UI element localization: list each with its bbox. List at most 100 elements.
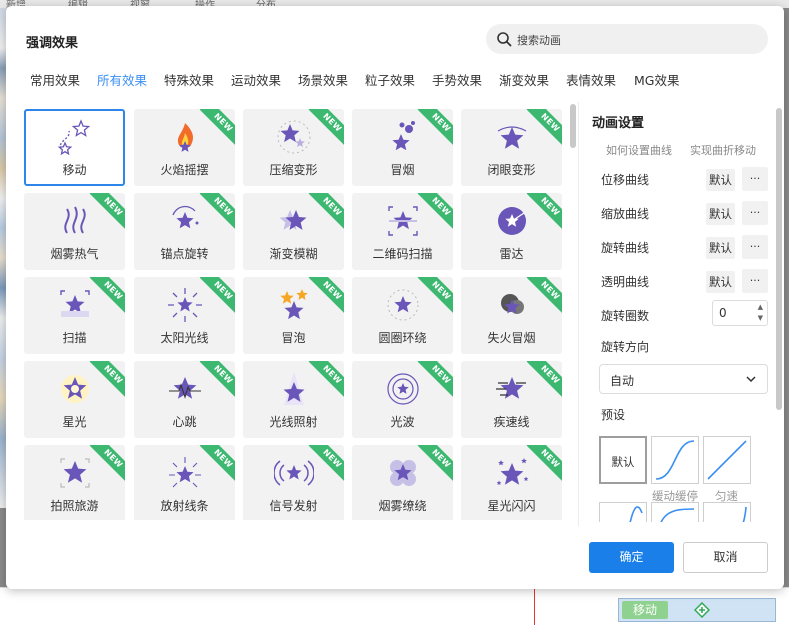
preset-default[interactable]: 默认	[599, 436, 647, 484]
effect-card[interactable]: 心跳 NEW	[134, 361, 235, 438]
bounce-curve-icon	[629, 506, 643, 522]
effect-card-label: 闭眼变形	[487, 163, 536, 177]
ease-out-curve-icon	[660, 508, 695, 522]
tab-common[interactable]: 常用效果	[30, 70, 80, 89]
confirm-button[interactable]: 确定	[589, 542, 674, 573]
effect-card[interactable]: 二维码扫描 NEW	[352, 193, 453, 270]
effect-card[interactable]: 拍照旅游 NEW	[24, 445, 125, 520]
effect-card-label: 冒烟	[390, 163, 415, 177]
opacity-curve-default-button[interactable]: 默认	[706, 271, 735, 293]
rotate-direction-select[interactable]: 自动	[599, 364, 768, 394]
rotate-count-stepper[interactable]: 0 ▲ ▼	[712, 300, 768, 326]
move-path-icon	[26, 119, 123, 159]
effect-card[interactable]: 烟雾缭绕 NEW	[352, 445, 453, 520]
effect-card-label: 星光闪闪	[487, 499, 536, 513]
position-curve-default-button[interactable]: 默认	[706, 169, 735, 191]
effect-card-label: 锚点旋转	[160, 247, 209, 261]
tab-all[interactable]: 所有效果	[97, 70, 147, 89]
effect-card[interactable]: 星光闪闪 NEW	[461, 445, 562, 520]
effect-card[interactable]: 烟雾热气 NEW	[24, 193, 125, 270]
rotation-curve-more-button[interactable]: ...	[742, 235, 768, 259]
effect-card[interactable]: 冒泡 NEW	[243, 277, 344, 354]
zigzag-move-link[interactable]: 实现曲折移动	[690, 142, 756, 158]
effect-card[interactable]: 锚点旋转 NEW	[134, 193, 235, 270]
panel-title: 动画设置	[592, 116, 645, 131]
position-curve-more-button[interactable]: ...	[742, 167, 768, 191]
effect-card[interactable]: 疾速线 NEW	[461, 361, 562, 438]
preset-ease-in[interactable]	[703, 502, 751, 522]
effect-card[interactable]: 移动	[24, 109, 125, 186]
rotate-direction-label: 旋转方向	[601, 340, 650, 354]
effect-card[interactable]: 火焰摇摆 NEW	[134, 109, 235, 186]
effect-card-label: 信号发射	[269, 499, 318, 513]
effect-card-label: 扫描	[62, 331, 87, 345]
dialog-title: 强调效果	[26, 36, 79, 51]
effect-card-label: 心跳	[172, 415, 197, 429]
cancel-button[interactable]: 取消	[683, 542, 768, 573]
effect-card-label: 拍照旅游	[50, 499, 99, 513]
effect-card[interactable]: 光线照射 NEW	[243, 361, 344, 438]
timeline-playhead	[534, 588, 535, 625]
effect-card[interactable]: 雷达 NEW	[461, 193, 562, 270]
search-input[interactable]: 搜索动画	[517, 32, 561, 48]
tab-special[interactable]: 特殊效果	[164, 70, 214, 89]
tab-motion[interactable]: 运动效果	[231, 70, 281, 89]
effect-card-label: 渐变模糊	[269, 247, 318, 261]
effect-card-label: 疾速线	[493, 415, 530, 429]
tab-gesture[interactable]: 手势效果	[432, 70, 482, 89]
effect-card-label: 二维码扫描	[372, 247, 433, 261]
effect-card[interactable]: 星光 NEW	[24, 361, 125, 438]
effect-card[interactable]: 信号发射 NEW	[243, 445, 344, 520]
stepper-up-icon[interactable]: ▲	[758, 303, 763, 311]
preset-label: 预设	[601, 408, 626, 422]
tab-scene[interactable]: 场景效果	[298, 70, 348, 89]
effect-card[interactable]: 太阳光线 NEW	[134, 277, 235, 354]
effect-card[interactable]: 扫描 NEW	[24, 277, 125, 354]
search-icon	[496, 31, 512, 47]
stepper-down-icon[interactable]: ▼	[758, 314, 763, 322]
preset-default-label: 默认	[611, 455, 635, 469]
rotation-curve-default-button[interactable]: 默认	[706, 237, 735, 259]
effect-card[interactable]: 放射线条 NEW	[134, 445, 235, 520]
panel-scrollbar[interactable]	[776, 108, 782, 410]
keyframe-add-icon[interactable]	[693, 601, 711, 619]
tab-gradient[interactable]: 渐变效果	[499, 70, 549, 89]
effect-card[interactable]: 压缩变形 NEW	[243, 109, 344, 186]
emphasis-effect-dialog: 强调效果 搜索动画 常用效果 所有效果 特殊效果 运动效果 场景效果 粒子效果 …	[6, 6, 784, 589]
panel-divider	[578, 102, 579, 526]
how-to-curve-link[interactable]: 如何设置曲线	[606, 142, 672, 158]
effect-card[interactable]: 圆圈环绕 NEW	[352, 277, 453, 354]
opacity-curve-more-button[interactable]: ...	[742, 269, 768, 293]
effect-card[interactable]: 冒烟 NEW	[352, 109, 453, 186]
effect-card[interactable]: 渐变模糊 NEW	[243, 193, 344, 270]
rotate-count-label: 旋转圈数	[601, 309, 650, 323]
effect-gallery: 移动 火焰摇摆 NEW 压缩变形 NEW 冒烟 NEW 闭眼变形 NEW 烟雾热气 NEW 锚点旋转 N…	[24, 102, 564, 520]
tab-emoji[interactable]: 表情效果	[566, 70, 616, 89]
effect-card-label: 烟雾热气	[50, 247, 99, 261]
effect-card-label: 圆圈环绕	[378, 331, 427, 345]
effect-card-label: 光线照射	[269, 415, 318, 429]
preset-ease-in-out[interactable]	[651, 436, 699, 484]
gallery-scrollbar[interactable]	[570, 104, 576, 148]
effect-card-label: 冒泡	[281, 331, 306, 345]
effect-card-label: 雷达	[499, 247, 524, 261]
effect-card[interactable]: 闭眼变形 NEW	[461, 109, 562, 186]
preset-ease-out[interactable]	[651, 502, 699, 522]
tab-mg[interactable]: MG效果	[634, 70, 679, 89]
effect-card-label: 压缩变形	[269, 163, 318, 177]
chevron-down-icon	[745, 373, 757, 385]
scale-curve-default-button[interactable]: 默认	[706, 203, 735, 225]
scale-curve-more-button[interactable]: ...	[742, 201, 768, 225]
effect-card-label: 移动	[62, 163, 87, 177]
preset-linear[interactable]	[703, 436, 751, 484]
preset-bounce[interactable]	[599, 502, 647, 522]
search-box[interactable]: 搜索动画	[486, 24, 768, 54]
effect-card[interactable]: 失火冒烟 NEW	[461, 277, 562, 354]
effect-card[interactable]: 光波 NEW	[352, 361, 453, 438]
rotate-count-value[interactable]: 0	[719, 306, 727, 320]
position-curve-label: 位移曲线	[601, 173, 650, 187]
animation-settings-panel: 动画设置 如何设置曲线 实现曲折移动 位移曲线 默认 ... 缩放曲线 默认 .…	[586, 102, 768, 522]
effect-card-label: 星光	[62, 415, 87, 429]
timeline-clip[interactable]: 移动	[622, 601, 668, 619]
tab-particle[interactable]: 粒子效果	[365, 70, 415, 89]
